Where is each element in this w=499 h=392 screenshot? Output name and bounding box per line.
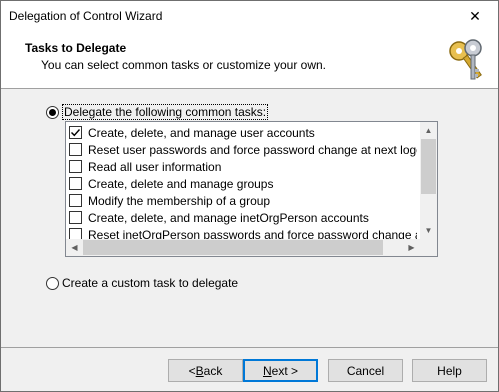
horizontal-scrollbar[interactable]: ◀ ▶	[66, 239, 420, 256]
back-accesskey: B	[195, 363, 204, 378]
scroll-up-icon[interactable]: ▲	[420, 122, 437, 139]
scroll-right-icon[interactable]: ▶	[403, 239, 420, 256]
task-list[interactable]: Create, delete, and manage user accounts…	[65, 121, 438, 257]
checkbox[interactable]	[69, 194, 82, 207]
keys-icon	[449, 39, 482, 80]
task-label: Reset user passwords and force password …	[88, 142, 417, 157]
wizard-window: Delegation of Control Wizard ✕ Tasks to …	[0, 0, 499, 392]
list-item[interactable]: Read all user information	[69, 158, 417, 175]
radio-selected-dot	[49, 108, 56, 116]
task-label: Create, delete, and manage inetOrgPerson…	[88, 210, 369, 225]
scrollbar-corner	[420, 239, 437, 256]
list-item[interactable]: Modify the membership of a group	[69, 192, 417, 209]
list-item[interactable]: Reset user passwords and force password …	[69, 141, 417, 158]
footer-divider	[1, 347, 498, 348]
task-label: Create, delete and manage groups	[88, 176, 274, 191]
back-rest: ack	[203, 363, 223, 378]
vertical-scroll-thumb[interactable]	[421, 139, 436, 194]
page-subtitle: You can select common tasks or customize…	[41, 58, 327, 72]
list-item[interactable]: Create, delete and manage groups	[69, 175, 417, 192]
cancel-button[interactable]: Cancel	[328, 359, 403, 382]
help-button[interactable]: Help	[412, 359, 487, 382]
next-accesskey: N	[262, 363, 272, 378]
list-item[interactable]: Create, delete, and manage inetOrgPerson…	[69, 209, 417, 226]
vertical-scrollbar[interactable]: ▲ ▼	[420, 122, 437, 239]
close-icon[interactable]: ✕	[452, 1, 498, 31]
radio-button[interactable]	[46, 276, 59, 290]
radio-custom-task[interactable]: Create a custom task to delegate	[46, 276, 238, 290]
radio-custom-label: Create a custom task to delegate	[62, 276, 239, 290]
task-label: Read all user information	[88, 159, 222, 174]
checkbox[interactable]	[69, 160, 82, 173]
horizontal-scroll-thumb[interactable]	[83, 240, 383, 255]
task-label: Modify the membership of a group	[88, 193, 271, 208]
checkbox[interactable]	[69, 177, 82, 190]
scroll-down-icon[interactable]: ▼	[420, 222, 437, 239]
title-bar[interactable]: Delegation of Control Wizard ✕	[1, 1, 498, 31]
page-title: Tasks to Delegate	[25, 41, 127, 55]
back-button[interactable]: < Back	[168, 359, 243, 382]
radio-button[interactable]	[46, 105, 59, 119]
window-title: Delegation of Control Wizard	[9, 9, 163, 23]
check-icon	[71, 129, 81, 137]
checkbox[interactable]	[69, 126, 82, 139]
checkbox[interactable]	[69, 143, 82, 156]
back-prefix: <	[188, 363, 196, 378]
next-button[interactable]: Next >	[243, 359, 318, 382]
checkbox[interactable]	[69, 211, 82, 224]
list-item[interactable]: Create, delete, and manage user accounts	[69, 124, 417, 141]
task-label: Create, delete, and manage user accounts	[88, 125, 315, 140]
next-rest: ext >	[271, 363, 299, 378]
wizard-header: Tasks to Delegate You can select common …	[1, 31, 498, 89]
radio-common-tasks[interactable]: Delegate the following common tasks:	[46, 104, 269, 120]
scroll-left-icon[interactable]: ◀	[66, 239, 83, 256]
radio-common-label: Delegate the following common tasks:	[62, 104, 269, 120]
